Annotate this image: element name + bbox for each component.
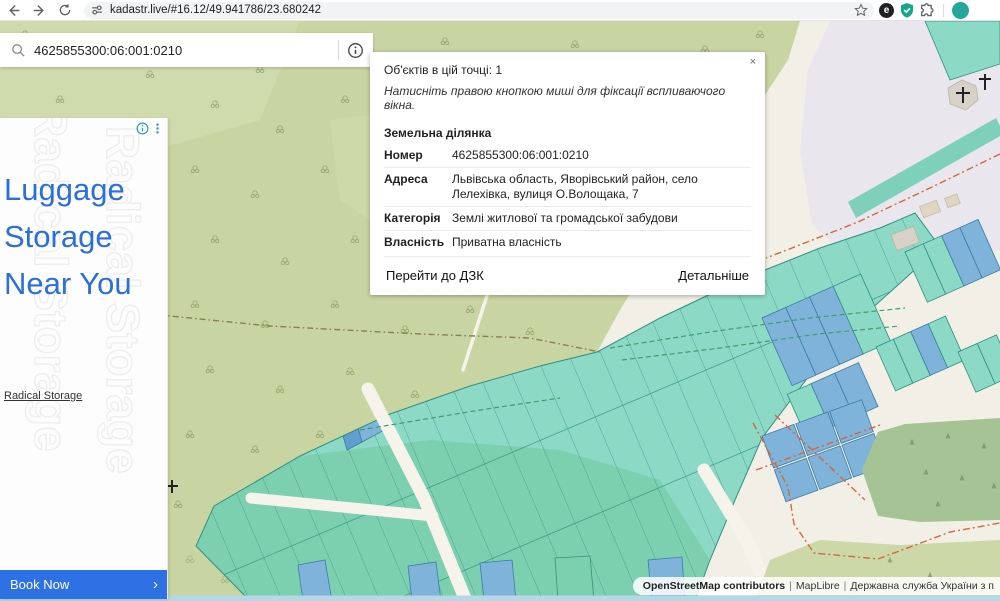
forest-patch-dark [862,418,1000,522]
site-info-icon[interactable] [90,3,104,17]
extensions-puzzle-icon[interactable] [919,2,934,18]
back-icon[interactable] [0,0,26,21]
search-divider [338,40,339,60]
extension-e-icon[interactable]: e [879,2,894,18]
row-label: Категорія [384,211,441,225]
search-bar[interactable] [0,33,373,67]
ad-headline: Luggage Storage Near You [4,172,132,301]
shield-check-icon[interactable] [899,2,915,18]
table-row: Номер 4625855300:06:001:0210 [384,144,751,167]
forward-icon[interactable] [26,0,52,21]
map-attribution: OpenStreetMap contributors | MapLibre | … [632,577,1000,595]
address-bar[interactable]: kadastr.live/#16.12/49.941786/23.680242 [84,1,874,19]
objects-count: Об'єктів в цій точці: 1 [384,63,503,77]
ad-watermark: Radical Storage [0,297,6,599]
ad-info-icon[interactable] [136,122,149,135]
close-icon[interactable]: × [750,57,756,68]
row-value: Землі житлової та громадської забудови [452,211,678,225]
reload-icon[interactable] [52,0,78,21]
search-icon [12,43,25,57]
bookmark-star-icon[interactable] [854,3,868,17]
goto-dzk-button[interactable]: Перейти до ДЗК [384,266,486,285]
chevron-right-icon: › [153,576,158,593]
info-circle-icon[interactable] [347,42,364,59]
feature-popup: × Об'єктів в цій точці: 1 Натисніть прав… [370,52,765,295]
row-value: Львівська область, Яворівський район, се… [452,172,698,201]
search-input[interactable] [34,42,338,58]
toolbar-divider [943,3,944,17]
table-row: Власність Приватна власність [384,230,751,254]
row-value: 4625855300:06:001:0210 [452,148,589,162]
url-text: kadastr.live/#16.12/49.941786/23.680242 [110,4,322,16]
toolbar-right: e [874,0,969,21]
popup-hint: Натисніть правою кнопкою миші для фіксац… [384,84,726,112]
row-label: Номер [384,148,423,162]
ad-menu-icon[interactable] [151,122,164,135]
row-value: Приватна власність [452,235,562,249]
row-label: Власність [384,235,445,249]
details-button[interactable]: Детальніше [676,266,751,285]
ad-advertiser-link[interactable]: Radical Storage [4,390,82,402]
table-row: Адреса Львівська область, Яворівський ра… [384,167,751,206]
ad-panel[interactable]: Radical Storage Radical Storage Radical … [0,118,168,599]
cta-label: Book Now [10,577,70,592]
section-title: Земельна ділянка [384,126,492,140]
table-row: Категорія Землі житлової та громадської … [384,206,751,230]
book-now-button[interactable]: Book Now › [0,570,167,599]
attribution-maplibre[interactable]: MapLibre [796,580,840,592]
attribution-gov[interactable]: Державна служба України з п [850,580,994,592]
browser-toolbar: kadastr.live/#16.12/49.941786/23.680242 … [0,0,1000,21]
profile-avatar-icon[interactable] [952,1,969,19]
attribution-osm[interactable]: OpenStreetMap contributors [643,580,785,592]
row-label: Адреса [384,172,428,186]
